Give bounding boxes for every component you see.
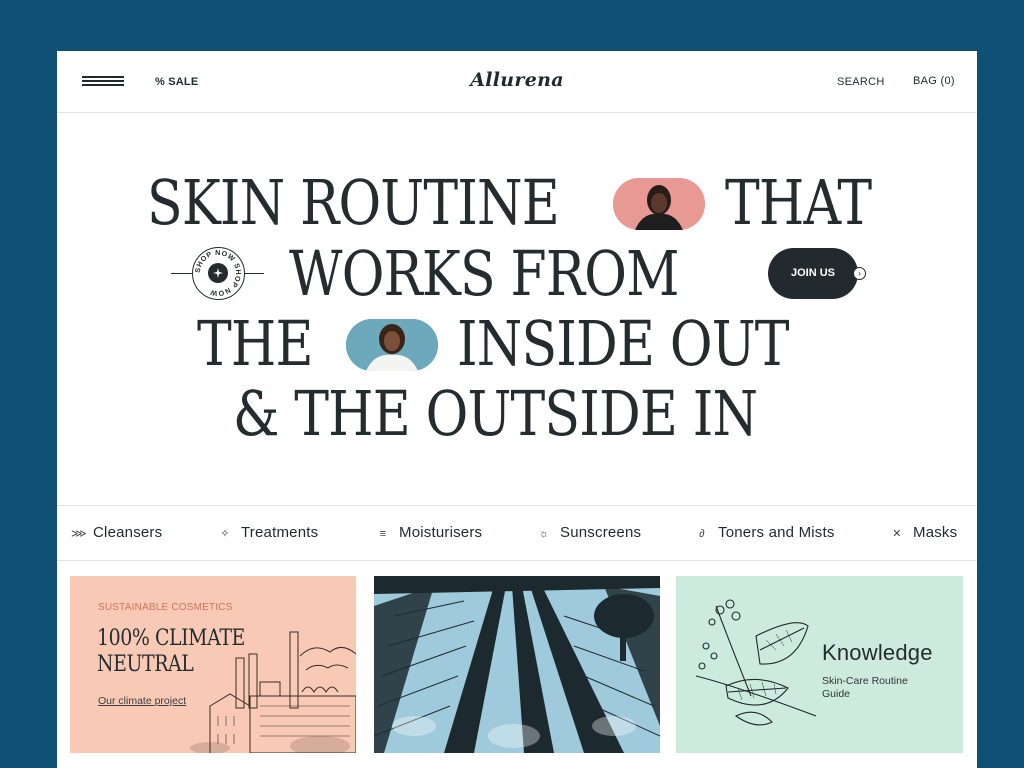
moisturisers-icon: ≡ xyxy=(379,528,387,540)
bag-link[interactable]: BAG (0) xyxy=(913,75,955,87)
field-image-card[interactable] xyxy=(374,576,660,753)
cleansers-icon: ⋙ xyxy=(71,528,87,540)
category-label: Moisturisers xyxy=(399,524,483,541)
category-sunscreens[interactable]: ☼ Sunscreens xyxy=(538,524,641,541)
portrait-pill-pink xyxy=(613,178,705,230)
card-title-line-1: 100% CLIMATE xyxy=(97,626,245,651)
arrow-right-icon: › xyxy=(853,267,866,280)
hero-line-3a: THE xyxy=(197,307,313,380)
hero-line-3b: INSIDE OUT xyxy=(457,307,789,380)
category-treatments[interactable]: ✧ Treatments xyxy=(219,524,318,541)
climate-card: SUSTAINABLE COSMETICS 100% CLIMATE NEUTR… xyxy=(70,576,356,753)
category-label: Toners and Mists xyxy=(718,524,835,541)
category-toners-and-mists[interactable]: ∂ Toners and Mists xyxy=(696,524,835,541)
portrait-image xyxy=(613,178,705,230)
category-label: Treatments xyxy=(241,524,319,541)
knowledge-subtitle: Skin-Care Routine Guide xyxy=(822,675,908,700)
portrait-pill-blue xyxy=(346,319,438,371)
search-link[interactable]: SEARCH xyxy=(837,76,885,88)
category-label: Cleansers xyxy=(93,524,163,541)
hero-line-2: WORKS FROM xyxy=(289,237,679,310)
category-nav: ⋙ Cleansers ✧ Treatments ≡ Moisturisers ☼ Su… xyxy=(57,505,977,561)
category-moisturisers[interactable]: ≡ Moisturisers xyxy=(377,524,482,541)
portrait-image xyxy=(346,319,438,371)
sunscreens-icon: ☼ xyxy=(538,528,550,540)
hero-line-1a: SKIN ROUTINE xyxy=(147,166,560,239)
category-label: Masks xyxy=(913,524,958,541)
category-masks[interactable]: ✕ Masks xyxy=(891,524,957,541)
category-cleansers[interactable]: ⋙ Cleansers xyxy=(71,524,162,541)
join-us-button[interactable]: JOIN US xyxy=(768,248,858,299)
botanical-illustration xyxy=(695,599,816,726)
page: % SALE Allurena SEARCH BAG (0) SKIN ROUT… xyxy=(57,51,977,768)
knowledge-card[interactable]: Knowledge Skin-Care Routine Guide xyxy=(676,576,963,753)
category-label: Sunscreens xyxy=(560,524,642,541)
card-title: 100% CLIMATE NEUTRAL xyxy=(97,626,245,678)
shop-now-badge-graphic: SHOP NOW SHOP NOW xyxy=(193,248,243,298)
toners-icon: ∂ xyxy=(699,528,705,540)
masks-icon: ✕ xyxy=(892,528,902,540)
shop-now-badge[interactable]: SHOP NOW SHOP NOW xyxy=(192,247,245,300)
hero-line-1b: THAT xyxy=(725,166,872,239)
hero-line-4: & THE OUTSIDE IN xyxy=(233,377,758,450)
field-illustration xyxy=(374,576,660,753)
treatments-icon: ✧ xyxy=(220,528,230,540)
climate-project-link[interactable]: Our climate project xyxy=(98,695,186,707)
card-eyebrow: SUSTAINABLE COSMETICS xyxy=(98,602,233,613)
card-title-line-2: NEUTRAL xyxy=(97,652,194,677)
site-header: % SALE Allurena SEARCH BAG (0) xyxy=(57,51,977,113)
knowledge-title: Knowledge xyxy=(822,640,933,665)
